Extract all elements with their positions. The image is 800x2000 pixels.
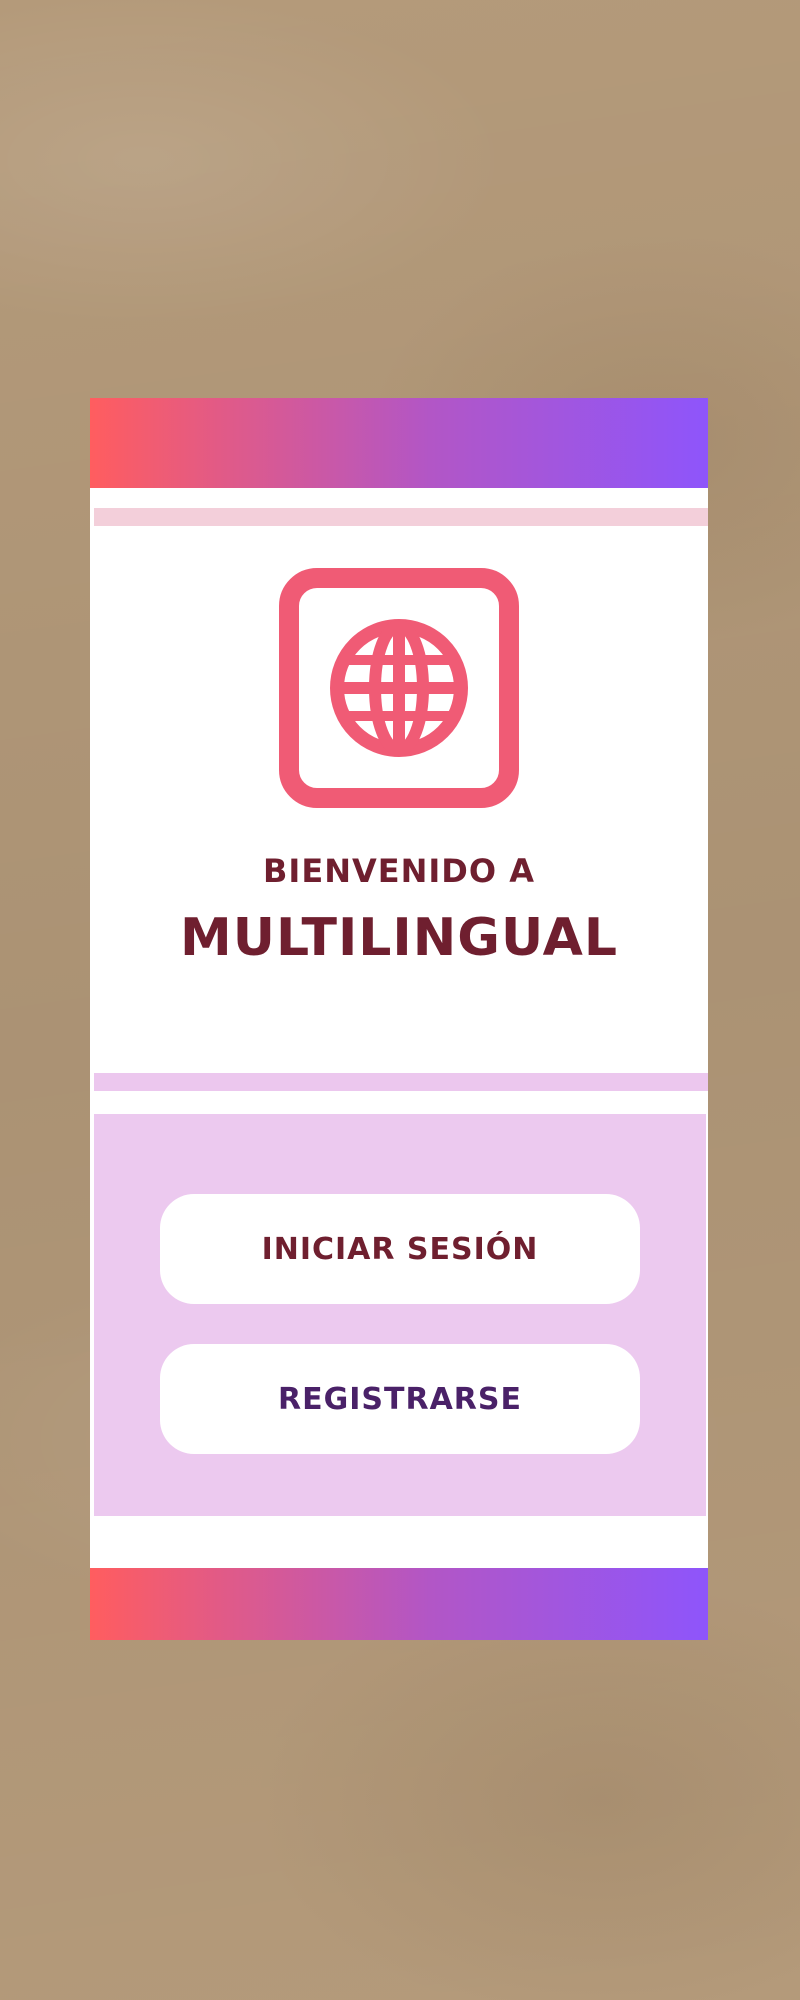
- auth-panel: INICIAR SESIÓN REGISTRARSE: [94, 1114, 706, 1516]
- top-accent-stripe: [94, 508, 708, 526]
- app-title: Multilingual: [179, 908, 618, 968]
- bottom-gradient-bar: [90, 1568, 708, 1640]
- login-button[interactable]: INICIAR SESIÓN: [160, 1194, 640, 1304]
- welcome-text: Bienvenido a: [263, 852, 535, 890]
- middle-accent-stripe: [94, 1073, 708, 1091]
- top-gradient-bar: [90, 398, 708, 488]
- app-logo: [279, 568, 519, 808]
- welcome-card: INICIAR SESIÓN REGISTRARSE: [90, 398, 708, 1640]
- globe-icon: [330, 619, 468, 757]
- register-button[interactable]: REGISTRARSE: [160, 1344, 640, 1454]
